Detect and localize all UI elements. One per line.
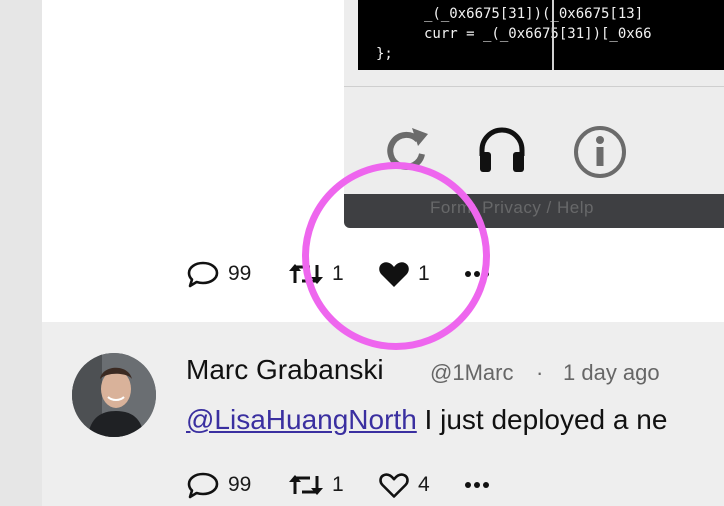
highlight-circle	[302, 162, 490, 350]
retweet-icon	[288, 472, 324, 498]
left-gutter	[0, 0, 42, 506]
comment-icon	[186, 471, 220, 499]
reply-body-text: I just deployed a ne	[416, 404, 668, 435]
like-button[interactable]: 4	[378, 472, 430, 498]
headphones-icon[interactable]	[474, 122, 530, 178]
meta-separator: ·	[536, 360, 544, 385]
author-handle[interactable]: @1Marc	[430, 360, 513, 386]
reply-count: 99	[228, 262, 252, 285]
reply-count: 99	[228, 473, 252, 496]
code-screenshot: _(_0x6675[31])(_0x6675[13] curr = _(_0x6…	[358, 0, 724, 70]
like-count: 4	[418, 473, 430, 496]
code-line: curr = _(_0x6675[31])[_0x66	[424, 26, 652, 42]
reply-text: @LisaHuangNorth I just deployed a ne	[186, 404, 667, 436]
avatar[interactable]	[72, 353, 156, 437]
code-line: };	[376, 46, 393, 62]
retweet-count: 1	[332, 473, 344, 496]
retweet-button[interactable]: 1	[288, 472, 344, 498]
media-divider	[344, 86, 724, 87]
code-divider	[552, 0, 554, 70]
info-icon[interactable]	[572, 122, 628, 178]
mention-link[interactable]: @LisaHuangNorth	[186, 404, 417, 435]
code-line: _(_0x6675[31])(_0x6675[13]	[424, 6, 644, 22]
author-name[interactable]: Marc Grabanski	[186, 354, 384, 386]
comment-icon	[186, 260, 220, 288]
reply-button[interactable]: 99	[186, 471, 252, 499]
heart-outline-icon	[378, 471, 410, 499]
more-dots-icon	[464, 472, 490, 498]
timestamp[interactable]: 1 day ago	[563, 360, 660, 386]
reply-button[interactable]: 99	[186, 260, 252, 288]
more-options-button[interactable]	[464, 472, 490, 498]
